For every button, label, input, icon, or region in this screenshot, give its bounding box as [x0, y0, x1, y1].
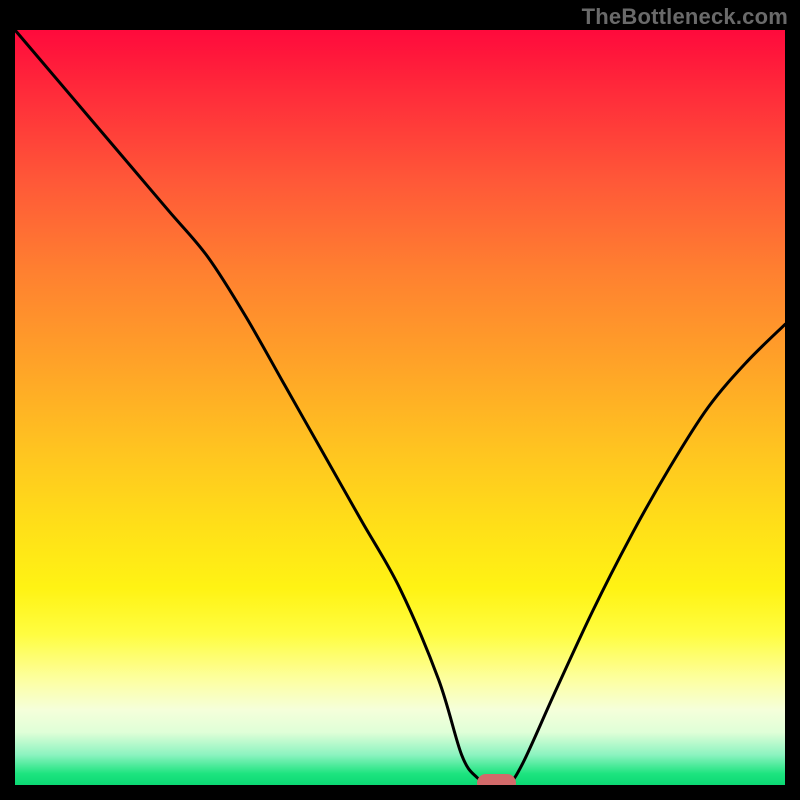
optimum-marker	[477, 774, 516, 785]
bottleneck-curve	[15, 30, 785, 785]
watermark-text: TheBottleneck.com	[582, 4, 788, 30]
plot-area	[15, 30, 785, 785]
chart-frame: TheBottleneck.com	[0, 0, 800, 800]
